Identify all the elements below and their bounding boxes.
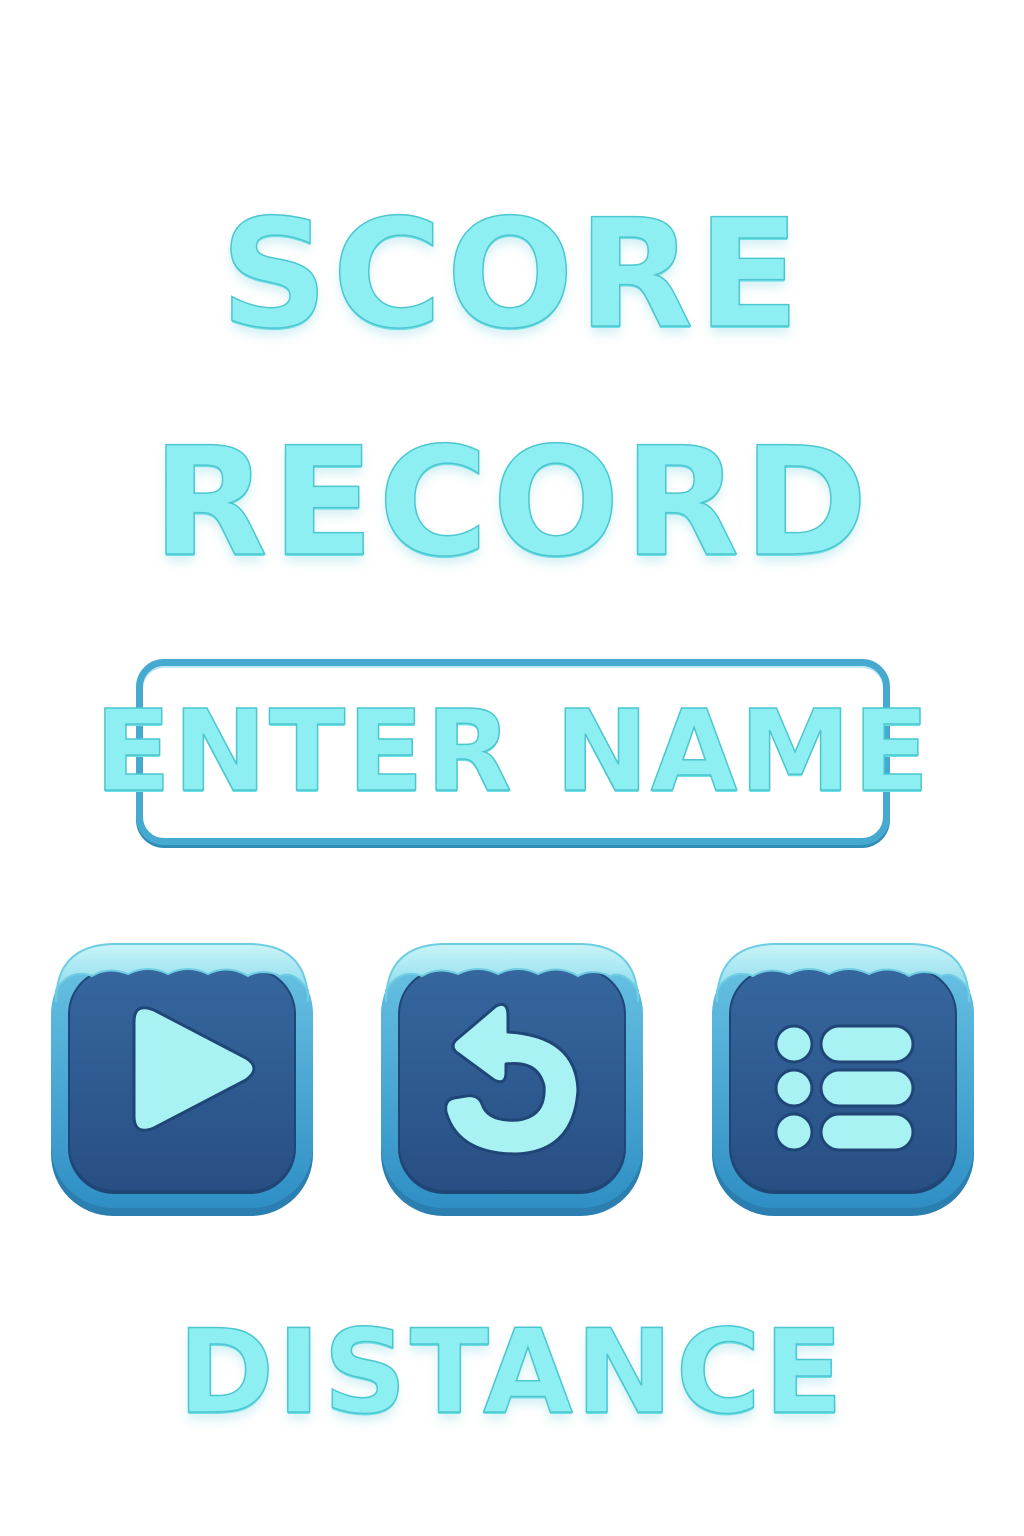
distance-label: DISTANCE [177, 1305, 847, 1440]
menu-list-icon [774, 1024, 915, 1152]
menu-button[interactable] [709, 940, 977, 1218]
title-score: SCORE [219, 188, 804, 362]
title-record: RECORD [151, 416, 872, 590]
replay-button[interactable] [378, 940, 646, 1218]
name-input-text: ENTER NAME [94, 687, 932, 817]
name-input-field[interactable]: ENTER NAME [94, 659, 930, 845]
play-button[interactable] [48, 940, 316, 1218]
